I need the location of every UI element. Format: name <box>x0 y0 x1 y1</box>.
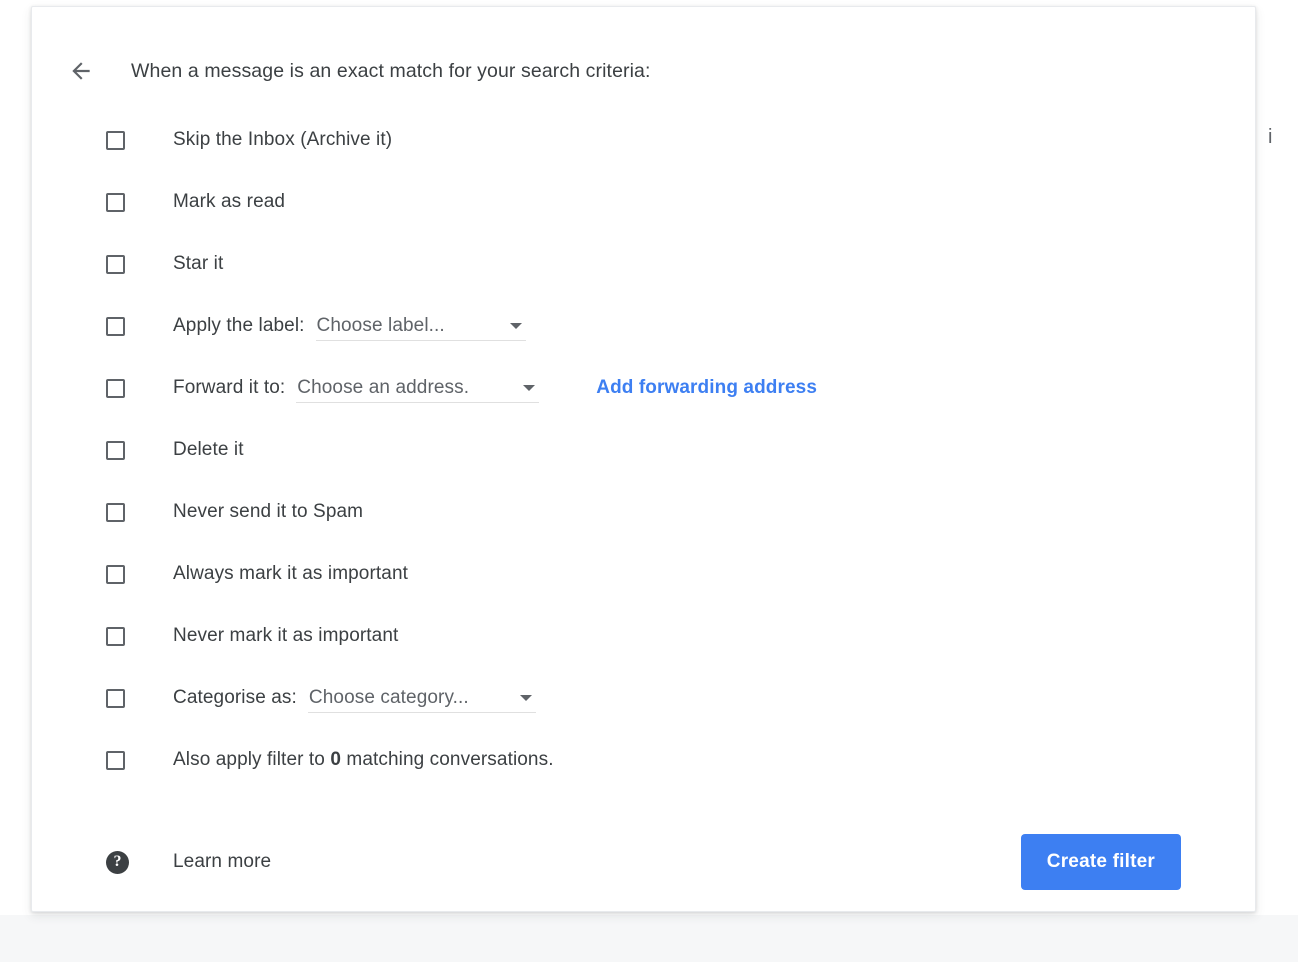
forward-address-select-dropdown[interactable]: Choose an address. <box>296 373 540 403</box>
option-row-always-important[interactable]: Always mark it as important <box>32 543 1255 605</box>
checkbox-skip-inbox[interactable] <box>106 130 125 150</box>
filter-options-list: Skip the Inbox (Archive it) Mark as read… <box>32 109 1255 791</box>
checkbox-mark-as-read[interactable] <box>106 192 125 212</box>
option-label-skip-inbox: Skip the Inbox (Archive it) <box>173 129 393 150</box>
option-row-never-spam[interactable]: Never send it to Spam <box>32 481 1255 543</box>
create-filter-button[interactable]: Create filter <box>1020 834 1181 890</box>
category-select-value: Choose category... <box>308 686 469 708</box>
chevron-down-icon <box>523 384 536 391</box>
filter-dialog-header: When a message is an exact match for you… <box>32 49 1255 93</box>
help-circle-icon[interactable]: ? <box>106 850 129 874</box>
checkbox-apply-label[interactable] <box>106 316 125 336</box>
matching-conversations-count: 0 <box>330 749 342 770</box>
checkbox-forward-to[interactable] <box>106 378 125 398</box>
clipped-edge-text: i <box>1268 127 1273 147</box>
option-label-apply-label: Apply the label: <box>173 315 305 336</box>
filter-dialog-footer: ? Learn more Create filter <box>32 833 1255 891</box>
option-row-star-it[interactable]: Star it <box>32 233 1255 295</box>
option-row-forward-to[interactable]: Forward it to: Choose an address. Add fo… <box>32 357 1255 419</box>
option-label-delete-it: Delete it <box>173 439 244 460</box>
checkbox-also-apply[interactable] <box>106 750 125 770</box>
option-row-also-apply[interactable]: Also apply filter to 0 matching conversa… <box>32 729 1255 791</box>
option-label-forward-to: Forward it to: <box>173 377 286 398</box>
also-apply-text-before: Also apply filter to <box>173 749 331 770</box>
checkbox-never-important[interactable] <box>106 626 125 646</box>
option-label-never-spam: Never send it to Spam <box>173 501 364 522</box>
label-select-dropdown[interactable]: Choose label... <box>315 311 526 341</box>
learn-more-link[interactable]: Learn more <box>173 851 271 873</box>
option-label-always-important: Always mark it as important <box>173 563 408 584</box>
option-row-categorise-as[interactable]: Categorise as: Choose category... <box>32 667 1255 729</box>
page-title: When a message is an exact match for you… <box>131 59 651 82</box>
also-apply-text-after: matching conversations. <box>341 749 554 770</box>
option-label-categorise-as: Categorise as: <box>173 687 297 708</box>
option-label-never-important: Never mark it as important <box>173 625 399 646</box>
checkbox-categorise-as[interactable] <box>106 688 125 708</box>
category-select-dropdown[interactable]: Choose category... <box>307 683 536 713</box>
option-label-mark-as-read: Mark as read <box>173 191 286 212</box>
option-row-delete-it[interactable]: Delete it <box>32 419 1255 481</box>
option-row-apply-label[interactable]: Apply the label: Choose label... <box>32 295 1255 357</box>
page-left-gutter <box>0 0 30 962</box>
page-bottom-gutter <box>0 915 1298 962</box>
label-select-value: Choose label... <box>316 314 445 336</box>
option-label-star-it: Star it <box>173 253 224 274</box>
checkbox-star-it[interactable] <box>106 254 125 274</box>
checkbox-always-important[interactable] <box>106 564 125 584</box>
forward-address-select-value: Choose an address. <box>297 376 470 398</box>
checkbox-never-spam[interactable] <box>106 502 125 522</box>
add-forwarding-address-link[interactable]: Add forwarding address <box>596 377 817 399</box>
create-filter-card: When a message is an exact match for you… <box>31 6 1256 912</box>
back-arrow-icon[interactable] <box>68 58 114 84</box>
option-row-skip-inbox[interactable]: Skip the Inbox (Archive it) <box>32 109 1255 171</box>
option-row-mark-as-read[interactable]: Mark as read <box>32 171 1255 233</box>
chevron-down-icon <box>519 694 532 701</box>
chevron-down-icon <box>509 322 522 329</box>
option-label-also-apply: Also apply filter to 0 matching conversa… <box>173 749 554 771</box>
checkbox-delete-it[interactable] <box>106 440 125 460</box>
option-row-never-important[interactable]: Never mark it as important <box>32 605 1255 667</box>
